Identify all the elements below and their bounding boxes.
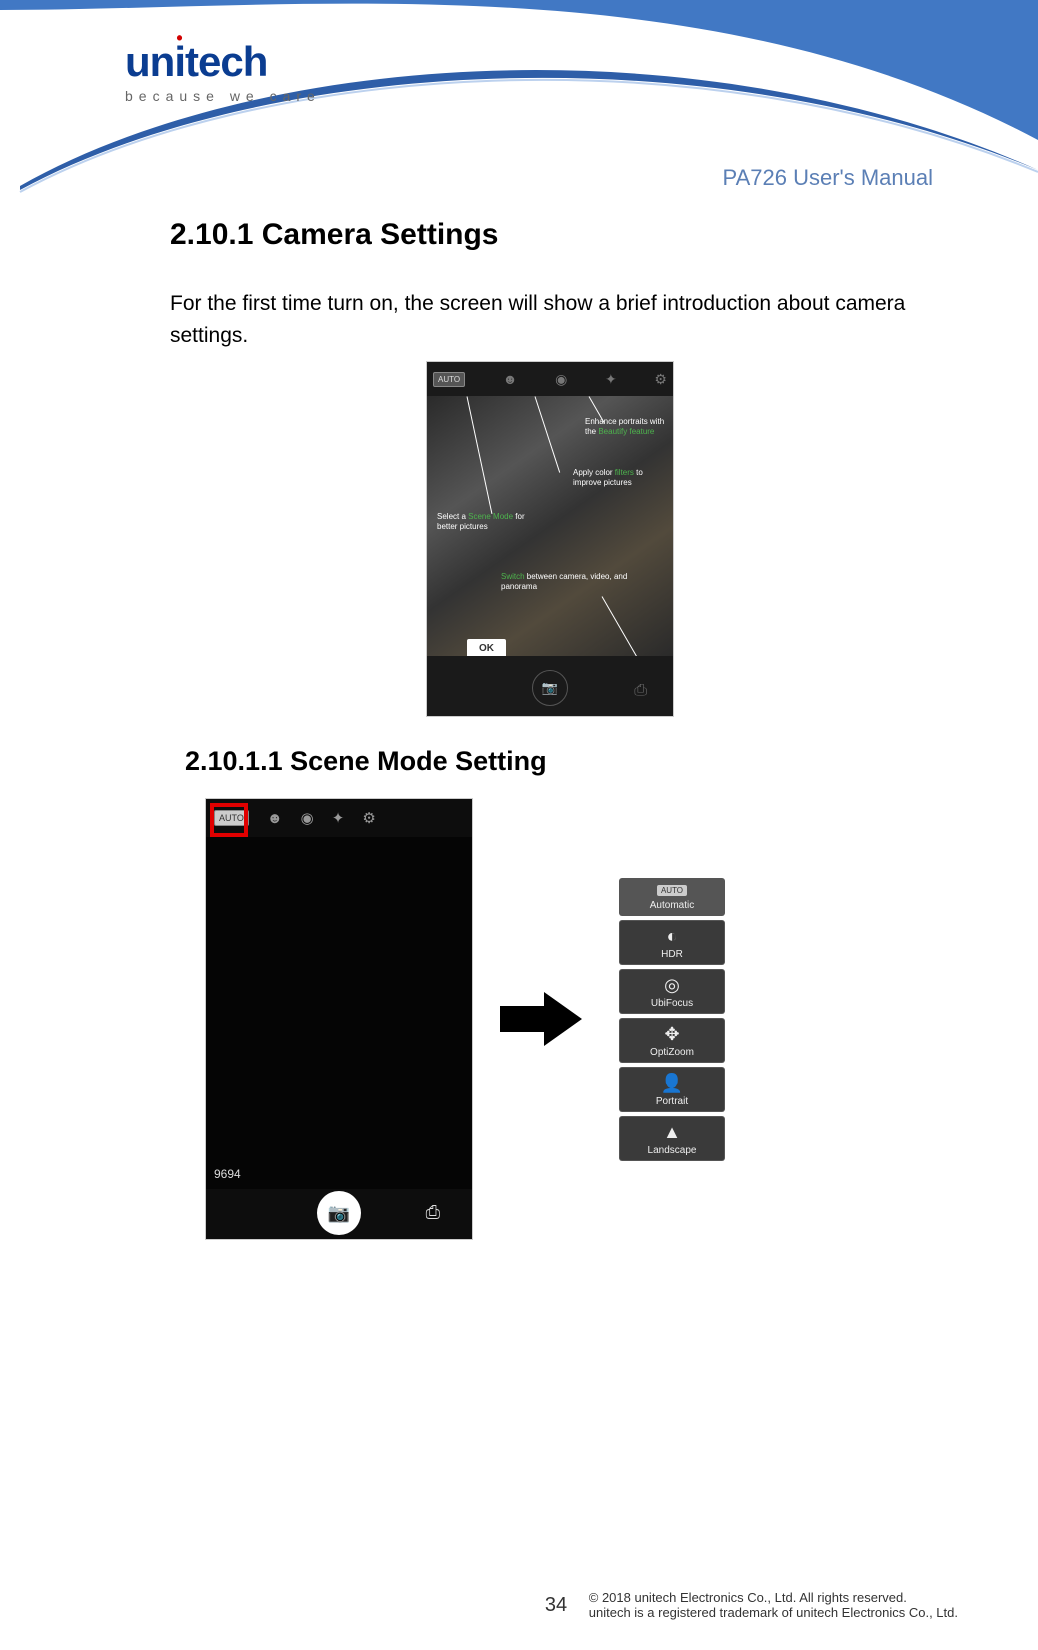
face-icon: ☻ bbox=[503, 371, 518, 387]
hdr-icon: ◐ bbox=[620, 927, 724, 945]
filter-icon: ◉ bbox=[555, 371, 567, 388]
copyright-line: © 2018 unitech Electronics Co., Ltd. All… bbox=[589, 1590, 907, 1605]
optizoom-icon: ✥ bbox=[620, 1025, 724, 1043]
auto-chip-icon: AUTO bbox=[657, 885, 687, 896]
callout-beautify: Enhance portraits with the Beautify feat… bbox=[585, 417, 665, 437]
brand-tagline: because we care bbox=[125, 88, 321, 104]
shutter-button[interactable]: 📷 bbox=[532, 670, 568, 706]
intro-screenshot: AUTO ☻ ◉ ✦ ⚙ Enhance portraits with the … bbox=[427, 362, 673, 716]
landscape-icon: ▲ bbox=[620, 1123, 724, 1141]
trademark-line: unitech is a registered trademark of uni… bbox=[589, 1605, 958, 1620]
callout-filters: Apply color filters to improve pictures bbox=[573, 468, 665, 488]
brand-logo: uni•tech because we care bbox=[125, 38, 321, 104]
page-footer: 34 © 2018 unitech Electronics Co., Ltd. … bbox=[545, 1590, 958, 1620]
beautify-icon[interactable]: ✦ bbox=[332, 809, 345, 827]
beautify-icon: ✦ bbox=[605, 371, 617, 388]
gear-icon: ⚙ bbox=[654, 371, 667, 388]
shutter-button[interactable]: 📷 bbox=[317, 1191, 361, 1235]
filter-icon[interactable]: ◉ bbox=[301, 809, 314, 827]
content-area: 2.10.1 Camera Settings For the first tim… bbox=[170, 218, 930, 1239]
menu-label: HDR bbox=[661, 949, 683, 960]
menu-label: OptiZoom bbox=[650, 1047, 694, 1058]
scene-mode-menu: AUTO Automatic ◐ HDR ◎ UbiFocus ✥ OptiZo… bbox=[620, 879, 724, 1160]
auto-mode-chip: AUTO bbox=[433, 372, 465, 387]
gear-icon[interactable]: ⚙ bbox=[362, 809, 375, 827]
menu-label: Portrait bbox=[656, 1096, 688, 1107]
menu-landscape[interactable]: ▲ Landscape bbox=[620, 1117, 724, 1160]
section-heading: 2.10.1 Camera Settings bbox=[170, 218, 930, 252]
intro-topbar: AUTO ☻ ◉ ✦ ⚙ bbox=[427, 362, 673, 396]
portrait-icon: 👤 bbox=[620, 1074, 724, 1092]
menu-optizoom[interactable]: ✥ OptiZoom bbox=[620, 1019, 724, 1062]
ubifocus-icon: ◎ bbox=[620, 976, 724, 994]
menu-ubifocus[interactable]: ◎ UbiFocus bbox=[620, 970, 724, 1013]
brand-name: uni•tech bbox=[125, 38, 321, 86]
menu-label: Landscape bbox=[648, 1145, 697, 1156]
menu-label: Automatic bbox=[650, 900, 694, 911]
highlight-box bbox=[210, 803, 248, 837]
face-icon[interactable]: ☻ bbox=[267, 810, 283, 827]
intro-paragraph: For the first time turn on, the screen w… bbox=[170, 288, 930, 352]
switch-camera-icon[interactable]: ⎙ bbox=[634, 682, 647, 700]
frame-count: 9694 bbox=[214, 1167, 241, 1181]
page-number: 34 bbox=[545, 1594, 567, 1617]
scene-screenshot: AUTO ☻ ◉ ✦ ⚙ 9694 📷 ⎙ bbox=[206, 799, 472, 1239]
switch-camera-icon[interactable]: ⎙ bbox=[426, 1202, 440, 1223]
callout-scene-mode: Select a Scene Mode for better pictures bbox=[437, 512, 527, 532]
callout-switch: Switch between camera, video, and panora… bbox=[501, 572, 631, 592]
menu-automatic[interactable]: AUTO Automatic bbox=[620, 879, 724, 915]
menu-label: UbiFocus bbox=[651, 998, 693, 1009]
scene-row: AUTO ☻ ◉ ✦ ⚙ 9694 📷 ⎙ AUTO bbox=[170, 799, 930, 1239]
manual-title: PA726 User's Manual bbox=[723, 165, 933, 191]
manual-page: uni•tech because we care PA726 User's Ma… bbox=[0, 0, 1038, 1650]
menu-hdr[interactable]: ◐ HDR bbox=[620, 921, 724, 964]
menu-portrait[interactable]: 👤 Portrait bbox=[620, 1068, 724, 1111]
subsection-heading: 2.10.1.1 Scene Mode Setting bbox=[185, 746, 930, 777]
arrow-icon bbox=[500, 992, 582, 1046]
